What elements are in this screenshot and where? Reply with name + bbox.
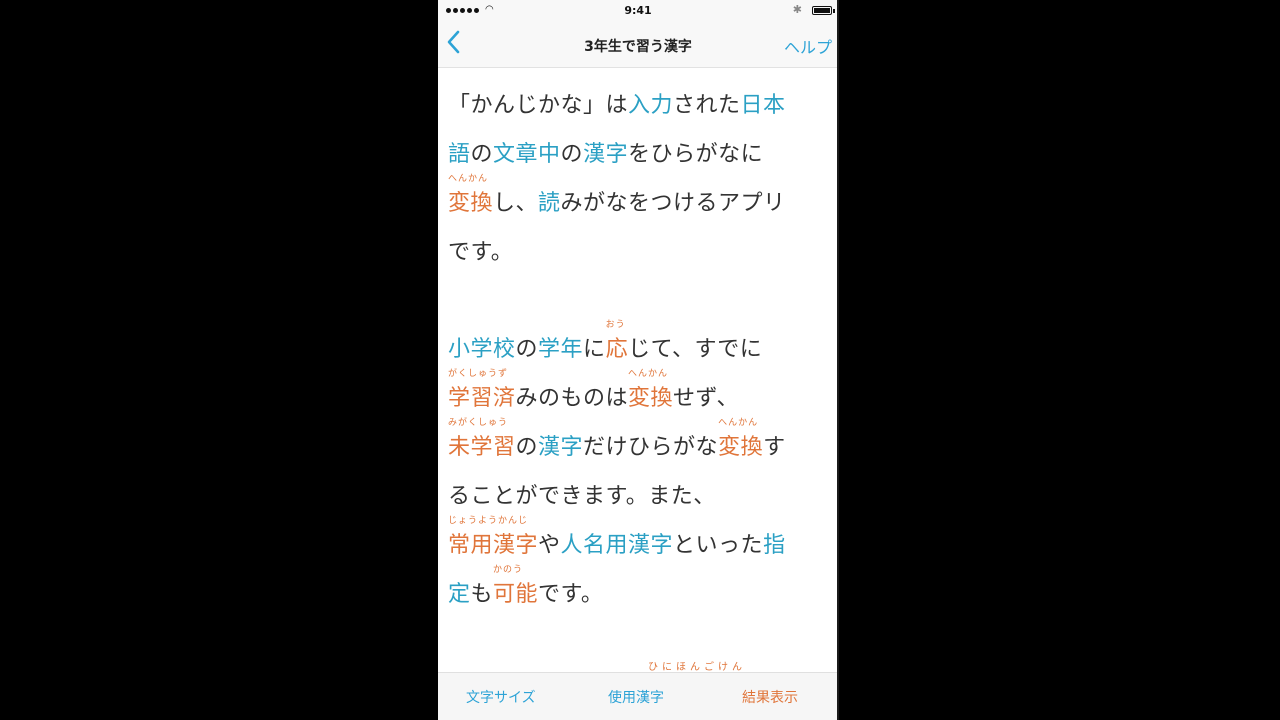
status-bar: ◠ 9:41 ✱: [438, 0, 838, 22]
page-title: 3年生で習う漢字: [584, 39, 692, 55]
kana-text: も: [470, 582, 494, 607]
text-line: じょうようかんじ常用漢字や人名用漢字といった指: [448, 516, 832, 565]
ruby-annotation: みがくしゅう: [448, 418, 509, 428]
text-line-content: 定も かのう 可能です。: [448, 565, 604, 608]
text-line: 「かんじかな」は入力された日本: [448, 76, 832, 125]
ruby-kanji: へんかん 変換: [448, 174, 494, 217]
kanji-word: 人名用漢字: [560, 533, 674, 558]
kana-text: す: [763, 435, 786, 460]
ruby-kanji: おう応: [605, 320, 629, 363]
kanji-word: 漢字: [583, 142, 629, 167]
phone-screen: ◠ 9:41 ✱ 3年生で習う漢字 ヘルプ 「かんじかな」は入力された日本 語の文…: [438, 0, 838, 720]
kana-text: の: [560, 142, 584, 167]
kanji-word: 学年: [538, 337, 584, 362]
kana-text: じて、すでに: [628, 337, 763, 362]
used-kanji-button[interactable]: 使用漢字: [608, 687, 664, 707]
text-line: 小学校の学年に おう 応じて、すでに: [448, 320, 832, 369]
navigation-bar: 3年生で習う漢字 ヘルプ: [438, 22, 838, 68]
kanji-word: 文章中: [493, 142, 561, 167]
text-line: です。: [448, 223, 832, 272]
bottom-toolbar: 文字サイズ 使用漢字 結果表示: [438, 672, 838, 720]
ruby-annotation: かのう: [493, 565, 524, 575]
kana-text: だけひらがな: [583, 435, 719, 460]
ruby-annotation: がくしゅうず: [448, 369, 509, 379]
text-line-content: 小学校の学年に おう 応じて、すでに: [448, 320, 763, 363]
ruby-annotation: へんかん: [448, 174, 489, 184]
text-line-content: がくしゅうず 学習済みのものは へんかん 変換せず、: [448, 369, 740, 412]
kanji-word: 応: [605, 337, 629, 362]
text-line-content: ることができます。また、: [448, 478, 716, 510]
battery-icon: [812, 6, 835, 15]
ruby-annotation: じょうようかんじ: [448, 516, 529, 526]
text-line-content: みがくしゅう 未学習の漢字だけひらがな へんかん 変換す: [448, 418, 786, 461]
ruby-annotation: へんかん: [718, 418, 759, 428]
kanji-word: 語: [448, 142, 471, 167]
kanji-word: 常用漢字: [448, 533, 539, 558]
ruby-kanji: みがくしゅう 未学習: [448, 418, 516, 461]
kana-text: の: [515, 435, 539, 460]
kanji-word: 変換: [628, 386, 674, 411]
kana-text: に: [583, 337, 606, 362]
kanji-word: 学習済: [448, 386, 516, 411]
kana-text: の: [515, 337, 539, 362]
kana-text: せず、: [673, 386, 740, 411]
kana-text: をひらがなに: [628, 142, 764, 167]
kanji-word: 未学習: [448, 435, 516, 460]
text-line: みがくしゅう 未学習の漢字だけひらがな へんかん 変換す: [448, 418, 832, 467]
text-line: がくしゅうず 学習済みのものは へんかん 変換せず、: [448, 369, 832, 418]
kana-text: の: [470, 142, 494, 167]
kana-text: し、: [493, 191, 539, 216]
kana-text: された: [673, 93, 741, 118]
status-time: 9:41: [624, 4, 652, 17]
kanji-word: 日本: [740, 93, 786, 118]
font-size-button[interactable]: 文字サイズ: [466, 687, 536, 707]
kanji-word: 変換: [718, 435, 764, 460]
kanji-word: 変換: [448, 191, 494, 216]
kanji-word: 定: [448, 582, 471, 607]
ruby-kanji: じょうようかんじ常用漢字: [448, 516, 539, 559]
kana-text: や: [538, 533, 561, 558]
text-line-content: です。: [448, 234, 513, 266]
text-line-content: 「かんじかな」は入力された日本: [448, 87, 786, 119]
ruby-kanji: かのう 可能: [493, 565, 539, 608]
kanji-word: 漢字: [538, 435, 584, 460]
text-line: 語の文章中の漢字をひらがなに: [448, 125, 832, 174]
text-line-content: 語の文章中の漢字をひらがなに: [448, 136, 763, 168]
kanji-word: 入力: [628, 93, 674, 118]
text-line: ることができます。また、: [448, 467, 832, 516]
text-line: へんかん変換し、読みがなをつけるアプリ: [448, 174, 832, 223]
kanji-word: 読: [538, 191, 561, 216]
paragraph-intro: 「かんじかな」は入力された日本 語の文章中の漢字をひらがなに へんかん 変換し、読みが…: [448, 76, 832, 272]
kanji-word: 可能: [493, 582, 539, 607]
text-line-content: へんかん変換し、読みがなをつけるアプリ: [448, 174, 786, 217]
paragraph-details: 小学校の学年に おう 応じて、すでに がくしゅうず 学習済みのものは へんかん 変換せず、み…: [448, 320, 832, 614]
converted-text-view[interactable]: 「かんじかな」は入力された日本 語の文章中の漢字をひらがなに へんかん 変換し、読みが…: [438, 68, 838, 672]
ruby-annotation: へんかん: [628, 369, 669, 379]
kana-text: みのものは: [515, 386, 629, 411]
kana-text: みがなをつけるアプリ: [560, 191, 786, 216]
text-line: 定も かのう 可能です。: [448, 565, 832, 614]
ruby-peek-text: ひにほんごけん: [648, 662, 746, 673]
ruby-kanji: がくしゅうず 学習済: [448, 369, 516, 412]
text-line-content: じょうようかんじ常用漢字や人名用漢字といった指: [448, 516, 786, 559]
ruby-kanji: へんかん 変換: [628, 369, 674, 412]
show-result-button[interactable]: 結果表示: [742, 687, 798, 707]
kana-text: といった: [673, 533, 764, 558]
kana-text: 「かんじかな」は: [448, 93, 629, 118]
kana-text: ることができます。また、: [448, 484, 716, 509]
ruby-annotation: おう: [605, 320, 626, 330]
bluetooth-icon: ✱: [792, 3, 802, 16]
kana-text: です。: [448, 240, 514, 265]
window-edge: [837, 0, 839, 720]
kana-text: です。: [538, 582, 604, 607]
help-button[interactable]: ヘルプ: [784, 34, 832, 58]
ruby-kanji: へんかん 変換: [718, 418, 764, 461]
kanji-word: 小学校: [448, 337, 516, 362]
kanji-word: 指: [763, 533, 786, 558]
